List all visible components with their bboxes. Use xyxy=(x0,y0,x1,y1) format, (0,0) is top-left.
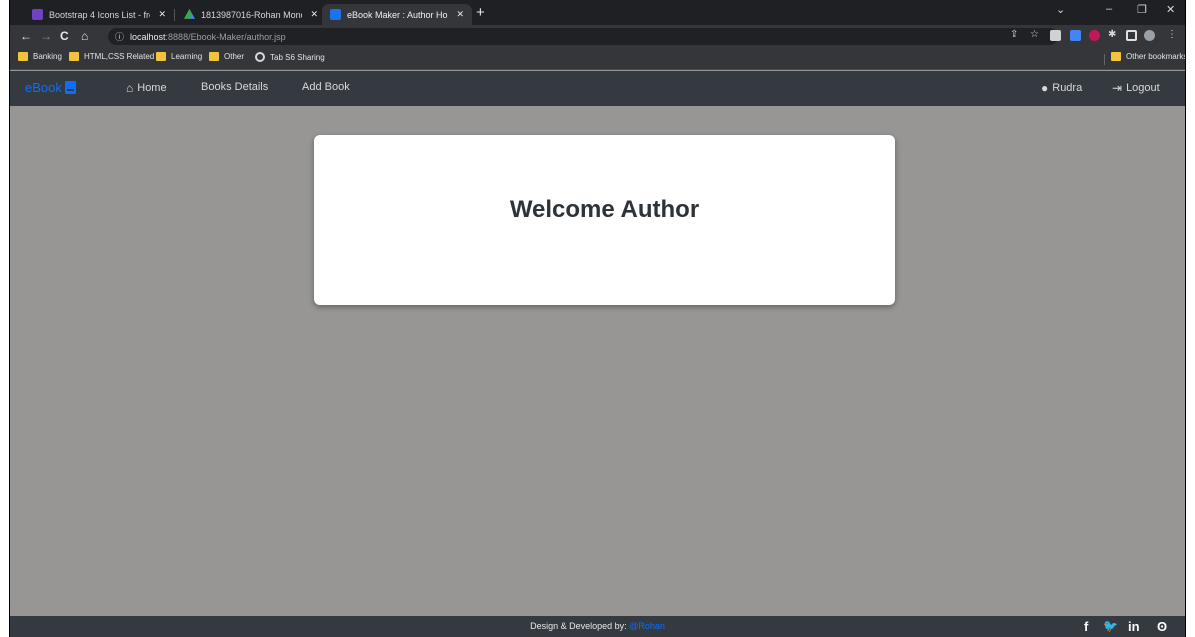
folder-icon xyxy=(69,52,79,61)
address-bar[interactable]: ⓘ localhost :8888/Ebook-Maker/author.jsp xyxy=(108,28,1058,45)
tab-ebook-maker[interactable]: eBook Maker : Author Home ✕ xyxy=(322,4,472,25)
facebook-icon[interactable]: f xyxy=(1084,619,1088,634)
back-button[interactable]: ← xyxy=(20,28,32,44)
tab-bootstrap-icons[interactable]: Bootstrap 4 Icons List - free and ✕ xyxy=(24,4,174,25)
forward-button[interactable]: → xyxy=(40,28,52,44)
share-icon[interactable]: ⇪ xyxy=(1010,29,1018,40)
browser-toolbar: ← → C ⌂ ⓘ localhost :8888/Ebook-Maker/au… xyxy=(10,25,1185,48)
url-path: :8888/Ebook-Maker/author.jsp xyxy=(165,31,286,42)
home-icon: ⌂ xyxy=(126,81,134,95)
folder-icon xyxy=(1111,52,1121,61)
close-window-button[interactable]: ✕ xyxy=(1166,3,1175,16)
twitter-icon[interactable]: 🐦 xyxy=(1103,619,1118,633)
brand-logo[interactable]: eBook xyxy=(25,80,76,95)
home-button[interactable]: ⌂ xyxy=(81,28,88,44)
minimize-button[interactable]: – xyxy=(1106,3,1112,15)
sign-out-icon: ⇥ xyxy=(1112,81,1123,95)
footer-credit: Design & Developed by: @Rohan xyxy=(530,621,665,631)
book-icon xyxy=(64,81,76,94)
drive-favicon-icon xyxy=(184,9,195,19)
user-circle-icon: ● xyxy=(1041,81,1049,95)
page-title: Welcome Author xyxy=(509,196,700,223)
bookmark-banking[interactable]: Banking xyxy=(18,52,62,61)
nav-books-details[interactable]: Books Details xyxy=(201,81,268,93)
folder-icon xyxy=(156,52,166,61)
close-tab-icon[interactable]: ✕ xyxy=(310,9,318,20)
tab-strip: Bootstrap 4 Icons List - free and ✕ 1813… xyxy=(10,0,1185,25)
author-link[interactable]: @Rohan xyxy=(629,621,665,631)
bookmark-html-css[interactable]: HTML,CSS Related xyxy=(69,52,154,61)
bookmark-other[interactable]: Other xyxy=(209,52,244,61)
restore-button[interactable]: ❐ xyxy=(1137,3,1147,16)
browser-window: Bootstrap 4 Icons List - free and ✕ 1813… xyxy=(9,0,1186,637)
menu-kebab-icon[interactable]: ⋮ xyxy=(1167,29,1177,40)
globe-icon xyxy=(255,52,265,62)
tab-google-drive[interactable]: 1813987016-Rohan Mondal - Go ✕ xyxy=(176,4,326,25)
site-info-icon[interactable]: ⓘ xyxy=(115,30,124,43)
other-bookmarks[interactable]: Other bookmarks xyxy=(1111,52,1185,61)
new-tab-button[interactable]: + xyxy=(476,4,485,22)
footer: Design & Developed by: @Rohan f 🐦 in ʘ xyxy=(10,616,1185,637)
extension-icon[interactable] xyxy=(1070,30,1081,41)
welcome-card: Welcome Author xyxy=(314,135,895,305)
tab-divider xyxy=(174,9,175,21)
nav-add-book[interactable]: Add Book xyxy=(302,81,350,93)
bookmark-divider xyxy=(1104,54,1105,65)
ebook-favicon-icon xyxy=(330,9,341,20)
reload-button[interactable]: C xyxy=(60,28,69,44)
linkedin-icon[interactable]: in xyxy=(1128,619,1140,634)
bootstrap-favicon-icon xyxy=(32,9,43,20)
bookmark-star-icon[interactable]: ☆ xyxy=(1030,29,1039,40)
bookmark-tab-s6[interactable]: Tab S6 Sharing xyxy=(255,52,325,62)
folder-icon xyxy=(18,52,28,61)
nav-home[interactable]: ⌂ Home xyxy=(126,81,167,95)
url-host: localhost xyxy=(130,31,166,42)
extension-icon[interactable] xyxy=(1050,30,1061,41)
bookmark-learning[interactable]: Learning xyxy=(156,52,202,61)
app-navbar: eBook ⌂ Home Books Details Add Book ● Ru… xyxy=(10,71,1185,106)
close-tab-icon[interactable]: ✕ xyxy=(158,9,166,20)
folder-icon xyxy=(209,52,219,61)
side-panel-icon[interactable] xyxy=(1126,30,1137,41)
nav-logout[interactable]: ⇥ Logout xyxy=(1112,81,1160,95)
tab-search-icon[interactable]: ⌄ xyxy=(1056,3,1065,16)
nav-user[interactable]: ● Rudra xyxy=(1041,81,1082,95)
github-icon[interactable]: ʘ xyxy=(1157,619,1167,634)
extension-icon[interactable] xyxy=(1089,30,1100,41)
close-tab-icon[interactable]: ✕ xyxy=(456,9,464,20)
profile-avatar-icon[interactable] xyxy=(1144,30,1155,41)
bookmarks-bar: Banking HTML,CSS Related Learning Other … xyxy=(10,48,1185,70)
extensions-puzzle-icon[interactable]: ✱ xyxy=(1108,29,1116,40)
